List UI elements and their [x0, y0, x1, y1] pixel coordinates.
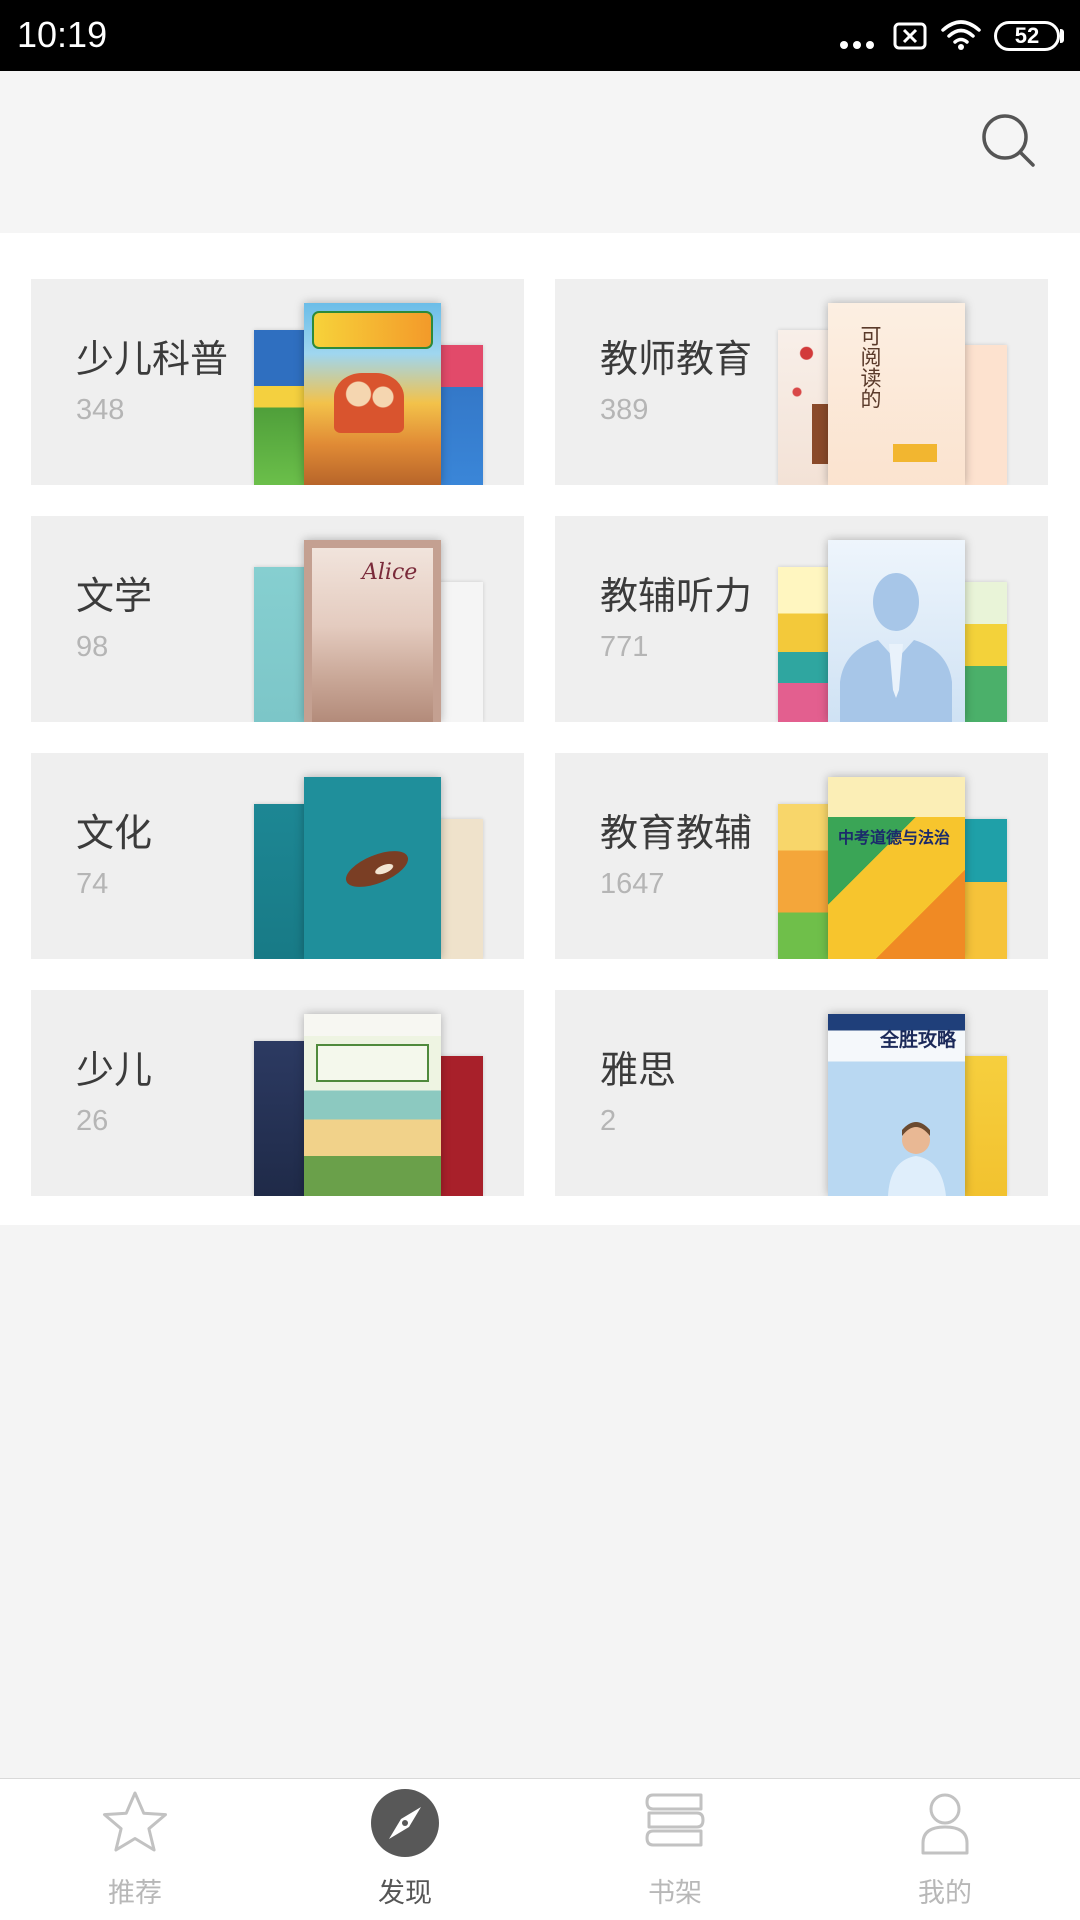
category-title: 教育教辅: [600, 813, 753, 855]
category-card-tutoring-listening[interactable]: 教辅听力 771: [555, 516, 1048, 722]
tab-label: 推荐: [108, 1878, 162, 1908]
category-card-ielts[interactable]: 雅思 2 全胜攻略: [555, 990, 1048, 1196]
category-count: 74: [76, 868, 109, 900]
bookshelf-icon: [645, 1793, 705, 1847]
book-cover-stack: 全胜攻略: [778, 990, 1008, 1196]
book-cover-stack: [254, 279, 484, 485]
book-cover-front: Alice: [304, 540, 441, 722]
category-title: 教辅听力: [600, 576, 753, 618]
cover-title-plaque: [312, 311, 433, 349]
book-cover-stack: Alice: [254, 516, 484, 722]
tab-label: 书架: [648, 1878, 702, 1908]
tab-discover[interactable]: 发现: [270, 1779, 540, 1920]
cover-illustration: [341, 843, 413, 895]
book-cover-front: 中考道德与法治: [828, 777, 965, 959]
compass-icon: [371, 1789, 439, 1857]
search-icon[interactable]: [975, 107, 1039, 171]
book-cover-front: 可阅读的: [828, 303, 965, 485]
category-count: 771: [600, 631, 649, 663]
book-cover-front: [304, 777, 441, 959]
category-card-culture[interactable]: 文化 74: [31, 753, 524, 959]
star-icon: [103, 1791, 167, 1852]
cover-illustration: [334, 373, 404, 433]
book-cover-front: [828, 540, 965, 722]
book-cover-stack: 中考道德与法治: [778, 753, 1008, 959]
category-title: 文学: [76, 576, 153, 618]
category-count: 348: [76, 394, 125, 426]
bottom-nav: 推荐 发现 书架 我的: [0, 1778, 1080, 1920]
person-icon: [921, 1793, 969, 1855]
top-header: [0, 71, 1080, 233]
category-count: 1647: [600, 868, 665, 900]
cover-title-text: 中考道德与法治: [838, 830, 951, 847]
cover-title-box: [316, 1044, 429, 1082]
tab-bookshelf[interactable]: 书架: [540, 1779, 810, 1920]
category-count: 26: [76, 1105, 109, 1137]
category-count: 98: [76, 631, 109, 663]
tab-mine[interactable]: 我的: [810, 1779, 1080, 1920]
book-cover-front: 全胜攻略: [828, 1014, 965, 1196]
category-card-education-tutoring[interactable]: 教育教辅 1647 中考道德与法治: [555, 753, 1048, 959]
status-bar: 10:19 52: [0, 0, 1080, 71]
app-root: 10:19 52 少儿科普 348 教师教育 389 可阅读的 文学 98 Al…: [0, 0, 1080, 1920]
category-title: 少儿科普: [76, 339, 229, 381]
person-placeholder-icon: [840, 573, 952, 722]
book-cover-stack: [778, 516, 1008, 722]
cover-title-text: Alice: [362, 560, 418, 585]
book-cover-stack: [254, 990, 484, 1196]
category-card-teacher-education[interactable]: 教师教育 389 可阅读的: [555, 279, 1048, 485]
cover-illustration: [888, 1122, 946, 1196]
book-cover-stack: [254, 753, 484, 959]
category-title: 文化: [76, 813, 153, 855]
category-count: 389: [600, 394, 649, 426]
book-cover-front: [304, 303, 441, 485]
category-title: 雅思: [600, 1050, 677, 1092]
battery-icon: 52: [994, 21, 1060, 51]
tab-label: 发现: [378, 1878, 432, 1908]
category-count: 2: [600, 1105, 617, 1137]
category-title: 少儿: [76, 1050, 153, 1092]
tab-label: 我的: [918, 1878, 972, 1908]
category-card-kids-science[interactable]: 少儿科普 348: [31, 279, 524, 485]
status-time: 10:19: [17, 14, 108, 55]
battery-nub: [1060, 29, 1064, 43]
category-card-kids[interactable]: 少儿 26: [31, 990, 524, 1196]
cover-title-text: 可阅读的: [858, 325, 882, 409]
category-card-literature[interactable]: 文学 98 Alice: [31, 516, 524, 722]
book-cover-front: [304, 1014, 441, 1196]
category-title: 教师教育: [600, 339, 753, 381]
book-cover-stack: 可阅读的: [778, 279, 1008, 485]
no-sim-icon: [893, 22, 927, 50]
category-grid: 少儿科普 348 教师教育 389 可阅读的 文学 98 Alice 教辅听力 …: [0, 233, 1080, 1225]
tab-recommend[interactable]: 推荐: [0, 1779, 270, 1920]
wifi-icon: [941, 20, 981, 50]
